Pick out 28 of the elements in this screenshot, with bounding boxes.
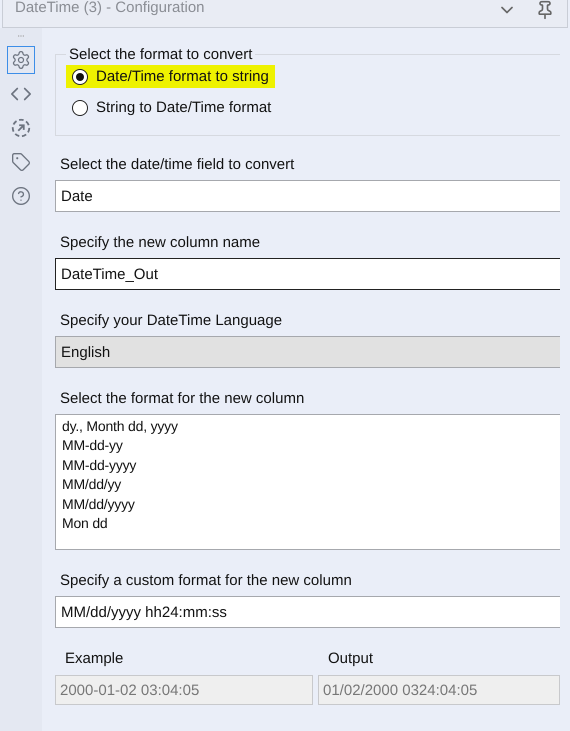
list-item[interactable]: MM-dd-yy [62,436,554,456]
window-title: DateTime (3) - Configuration [15,0,206,16]
help-icon [11,186,31,206]
field-label: Specify your DateTime Language [60,312,284,329]
output-field: 01/02/2000 0324:04:05 [318,675,560,705]
radio-button[interactable] [72,100,88,116]
radio-option[interactable]: String to Date/Time format [66,96,278,119]
list-item[interactable]: MM/dd/yyyy [62,494,554,514]
sidebar-tab[interactable] [7,46,35,74]
settings-icon [11,50,31,70]
list-item[interactable]: Mon dd [62,514,554,534]
example-label: Example [65,650,124,667]
output-label: Output [328,650,374,667]
list-item[interactable]: dy., Month dd, yyyy [62,417,554,436]
list-item[interactable]: MM-dd-yyyy [62,456,554,476]
column-name-input[interactable]: DateTime_Out [55,258,560,290]
group-title: Select the format to convert [68,46,254,63]
custom-format-input[interactable]: MM/dd/yyyy hh24:mm:ss [55,596,560,628]
example-field: 2000-01-02 03:04:05 [55,675,313,705]
tag-icon [11,152,31,172]
field-label: Select the date/time field to convert [60,156,296,173]
radio-option[interactable]: Date/Time format to string [66,65,275,88]
field-label: Select the format for the new column [60,390,306,407]
field-label: Specify the new column name [60,234,262,251]
radio-button[interactable] [72,68,88,84]
field-label: Specify a custom format for the new column [60,572,353,589]
list-item[interactable]: MM/dd/yy [62,475,554,495]
field-dropdown[interactable]: Date [55,180,560,212]
